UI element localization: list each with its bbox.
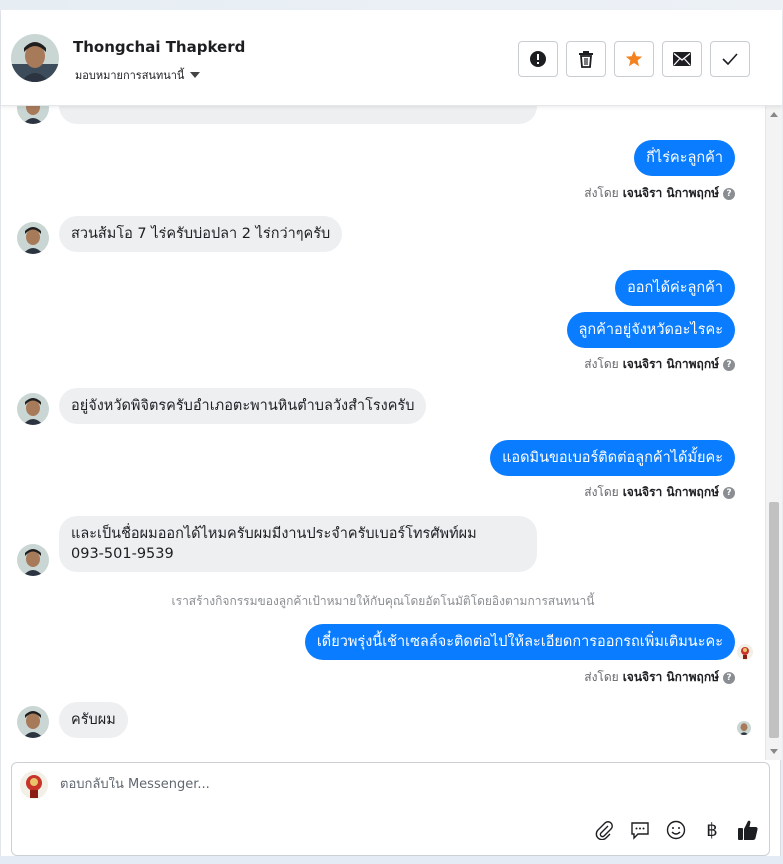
message-bubble-incoming[interactable]: และเป็นชื่อผมออกได้ไหมครับผมมีงานประจำคร…: [59, 516, 537, 572]
message-bubble-outgoing[interactable]: แอดมินขอเบอร์ติดต่อลูกค้าได้มั้ยคะ: [490, 440, 735, 476]
delete-button[interactable]: [566, 41, 606, 77]
message-bubble-outgoing[interactable]: เดี๋ยวพรุ่งนี้เช้าเซลล์จะติดต่อไปให้ละเอ…: [304, 624, 735, 660]
message-list-scrollbar[interactable]: [765, 106, 782, 760]
chevron-down-icon: [190, 72, 201, 78]
scroll-up-arrow-icon[interactable]: [770, 112, 778, 117]
done-button[interactable]: [710, 41, 750, 77]
message-phone: 093-501-9539: [71, 546, 174, 562]
mark-unread-button[interactable]: [662, 41, 702, 77]
contact-avatar-small: [17, 393, 49, 425]
system-note: เราสร้างกิจกรรมของลูกค้าเป้าหมายให้กับคุ…: [171, 594, 595, 608]
sent-by-agent: เจนจิรา นิกาพฤกษ์: [622, 670, 719, 684]
trash-icon: [579, 51, 593, 68]
scroll-down-arrow-icon[interactable]: [770, 749, 778, 754]
attachment-button[interactable]: [593, 819, 615, 841]
help-icon[interactable]: ?: [723, 187, 735, 200]
message-bubble-outgoing[interactable]: ลูกค้าอยู่จังหวัดอะไรคะ: [566, 312, 735, 348]
help-icon[interactable]: ?: [723, 671, 735, 684]
assign-conversation-dropdown[interactable]: มอบหมายการสนทนานี้: [75, 66, 201, 84]
star-button[interactable]: [614, 41, 654, 77]
envelope-icon: [673, 52, 691, 66]
saved-replies-button[interactable]: [629, 819, 651, 841]
page-avatar: [20, 771, 48, 799]
reply-input[interactable]: [60, 777, 740, 792]
sent-by-prefix: ส่งโดย: [584, 485, 619, 499]
sent-by-agent: เจนจิรา นิกาพฤกษ์: [622, 186, 719, 200]
message-bubble-incoming[interactable]: อยู่จังหวัดพิจิตรครับอำเภอตะพานหินตำบลวั…: [59, 388, 427, 424]
saved-reply-icon: [631, 822, 649, 840]
message-line: และเป็นชื่อผมออกได้ไหมครับผมมีงานประจำคร…: [71, 526, 477, 542]
conversation-panel: Thongchai Thapkerd มอบหมายการสนทนานี้ กี…: [0, 10, 782, 856]
assign-label: มอบหมายการสนทนานี้: [75, 69, 185, 82]
scrollbar-thumb[interactable]: [769, 502, 779, 738]
message-bubble-outgoing[interactable]: กี่ไร่คะลูกค้า: [634, 140, 735, 176]
contact-avatar-small: [17, 544, 49, 576]
message-bubble-outgoing[interactable]: ออกได้ค่ะลูกค้า: [615, 270, 735, 306]
reply-composer: ฿: [11, 762, 770, 856]
sent-by-agent: เจนจิรา นิกาพฤกษ์: [622, 357, 719, 371]
contact-name[interactable]: Thongchai Thapkerd: [73, 38, 245, 56]
help-icon[interactable]: ?: [723, 486, 735, 499]
message-bubble-incoming[interactable]: ครับผม: [59, 702, 128, 738]
contact-avatar-small: [17, 222, 49, 254]
emoji-button[interactable]: [665, 819, 687, 841]
contact-avatar-small: [17, 106, 49, 124]
sent-by-label: ส่งโดย เจนจิรา นิกาพฤกษ์ ?: [584, 668, 735, 687]
baht-payment-icon: ฿: [706, 819, 718, 841]
payment-button[interactable]: ฿: [701, 819, 723, 841]
sent-by-label: ส่งโดย เจนจิรา นิกาพฤกษ์ ?: [584, 483, 735, 502]
spam-button[interactable]: [518, 41, 558, 77]
conversation-header: Thongchai Thapkerd มอบหมายการสนทนานี้: [1, 10, 782, 106]
emoji-icon: [666, 820, 686, 840]
window-top-strip: [0, 0, 783, 10]
sent-by-prefix: ส่งโดย: [584, 357, 619, 371]
window-bottom-strip: [0, 856, 783, 864]
read-receipt-avatar: [737, 721, 751, 735]
contact-avatar-small: [17, 706, 49, 738]
header-actions: [518, 41, 750, 77]
exclamation-circle-icon: [530, 51, 546, 67]
sent-by-prefix: ส่งโดย: [584, 670, 619, 684]
like-icon: [738, 820, 758, 840]
composer-tools: ฿: [593, 819, 759, 841]
sent-by-prefix: ส่งโดย: [584, 186, 619, 200]
sent-by-label: ส่งโดย เจนจิรา นิกาพฤกษ์ ?: [584, 184, 735, 203]
help-icon[interactable]: ?: [723, 358, 735, 371]
sent-by-label: ส่งโดย เจนจิรา นิกาพฤกษ์ ?: [584, 355, 735, 374]
star-icon: [625, 50, 643, 67]
message-bubble-incoming[interactable]: สวนส้มโอ 7 ไร่ครับบ่อปลา 2 ไร่กว่าๆครับ: [59, 216, 343, 252]
like-button[interactable]: [737, 819, 759, 841]
seen-avatar: [737, 644, 753, 660]
message-list[interactable]: กี่ไร่คะลูกค้า ส่งโดย เจนจิรา นิกาพฤกษ์ …: [1, 106, 765, 756]
checkmark-icon: [722, 53, 738, 65]
message-bubble-clipped: [59, 106, 537, 124]
sent-by-agent: เจนจิรา นิกาพฤกษ์: [622, 485, 719, 499]
contact-avatar[interactable]: [11, 34, 59, 82]
attachment-icon: [595, 821, 613, 840]
